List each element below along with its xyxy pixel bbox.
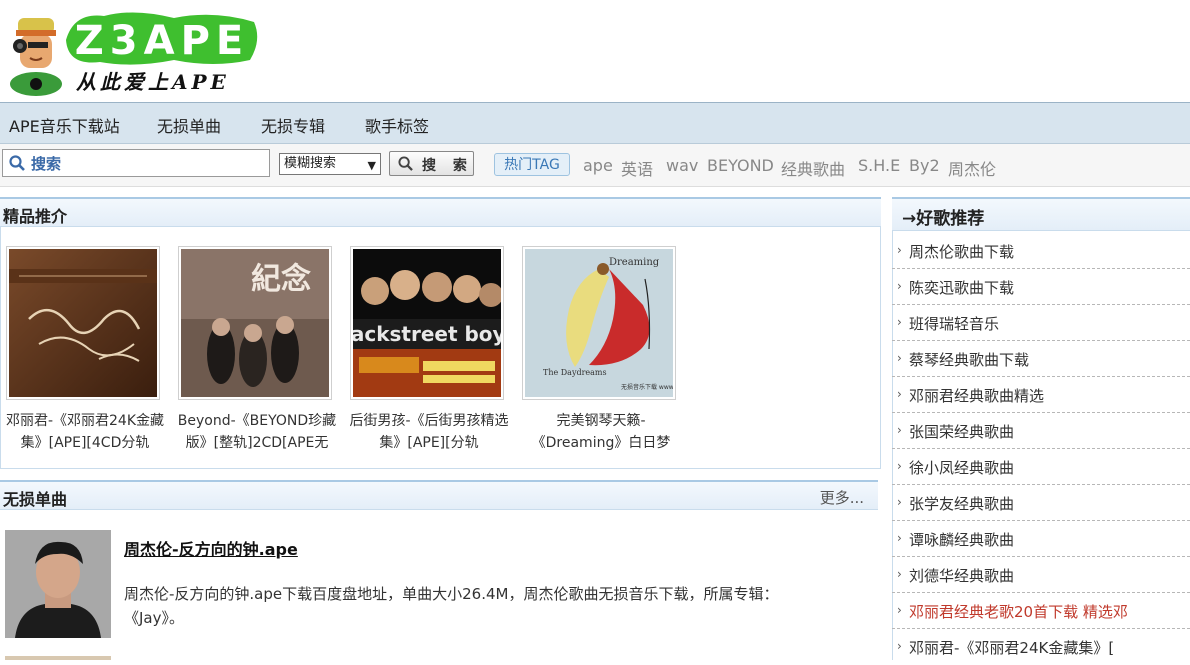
sidebar-link[interactable]: › 张学友经典歌曲 [892,485,1190,521]
sidebar-link[interactable]: › 周杰伦歌曲下载 [892,233,1190,269]
chevron-right-icon: › [897,387,902,401]
sidebar-link-label[interactable]: 谭咏麟经典歌曲 [909,529,1187,550]
site-logo[interactable]: Z3APE 从此爱上APE [8,4,258,96]
song-thumbnail[interactable] [5,530,111,638]
album-cover[interactable]: 紀念 [178,246,332,400]
tag-link[interactable]: 经典歌曲 [781,156,845,180]
mascot-logo-icon [10,18,62,96]
album-caption[interactable]: 完美钢琴天籁-《Dreaming》白日梦 [516,410,686,454]
sidebar-link-highlighted[interactable]: › 邓丽君经典老歌20首下载 精选邓 [892,593,1190,629]
sidebar-title: →好歌推荐 [902,209,985,229]
beyond-cover-text: 紀念 [251,262,311,297]
dreaming-cover-title: Dreaming [609,257,660,268]
sidebar-link[interactable]: › 谭咏麟经典歌曲 [892,521,1190,557]
sidebar-link-label[interactable]: 邓丽君经典老歌20首下载 精选邓 [909,601,1187,622]
sidebar-link-label[interactable]: 班得瑞轻音乐 [909,313,1187,334]
hot-tag-label: 热门TAG [494,153,570,176]
tag-link[interactable]: ape [583,156,613,175]
logo-text: Z3APE [75,18,249,64]
nav-item-albums[interactable]: 无损专辑 [261,113,325,137]
chevron-right-icon: › [897,279,902,293]
album-cover-image: Dreaming The Daydreams 无损音乐下载 www.23ape.… [525,249,673,397]
tag-link[interactable]: By2 [909,156,940,175]
album-cover[interactable]: backstreet boys [350,246,504,400]
chevron-right-icon: › [897,459,902,473]
featured-header: 精品推介 [0,197,881,227]
site-header: Z3APE 从此爱上APE [0,0,1190,102]
album-cover-image: backstreet boys [353,249,501,397]
song-title-link[interactable]: 周杰伦-反方向的钟.ape [124,536,298,560]
dreaming-cover-site: 无损音乐下载 www.23ape.net [621,383,673,391]
sidebar-link[interactable]: › 邓丽君经典歌曲精选 [892,377,1190,413]
song-description: 周杰伦-反方向的钟.ape下载百度盘地址，单曲大小26.4M，周杰伦歌曲无损音乐… [124,585,779,627]
sidebar-link[interactable]: › 徐小凤经典歌曲 [892,449,1190,485]
tag-link[interactable]: 周杰伦 [948,156,996,180]
sidebar-link-label[interactable]: 刘德华经典歌曲 [909,565,1187,586]
featured-title: 精品推介 [3,207,68,226]
logo-slogan: 从此爱上APE [76,70,230,94]
album-caption[interactable]: 邓丽君-《邓丽君24K金藏集》[APE][4CD分轨 [0,410,170,454]
chevron-right-icon: › [897,243,902,257]
nav-item-artist-tags[interactable]: 歌手标签 [365,113,429,137]
more-link[interactable]: 更多... [820,487,864,508]
sidebar-link-label[interactable]: 邓丽君-《邓丽君24K金藏集》[ [909,637,1187,658]
search-input[interactable] [29,152,269,176]
album-caption[interactable]: 后街男孩-《后街男孩精选集》[APE][分轨 [344,410,514,454]
search-bar: 模糊搜索 ▼ 搜 索 热门TAG ape 英语 wav BEYOND 经典歌曲 … [0,144,1190,187]
search-icon [398,156,413,171]
nav-item-singles[interactable]: 无损单曲 [157,113,221,137]
sidebar-link-label[interactable]: 张国荣经典歌曲 [909,421,1187,442]
singles-header: 无损单曲 更多... [0,480,878,510]
album-caption[interactable]: Beyond-《BEYOND珍藏版》[整轨]2CD[APE无 [172,410,342,454]
sidebar-link-label[interactable]: 陈奕迅歌曲下载 [909,277,1187,298]
search-box [2,149,270,177]
search-icon [9,155,25,171]
singles-title: 无损单曲 [3,490,68,509]
artist-photo-image [5,530,111,638]
sidebar-header: →好歌推荐 [892,197,1190,231]
chevron-right-icon: › [897,495,902,509]
album-cover-image [9,249,157,397]
sidebar-link-label[interactable]: 张学友经典歌曲 [909,493,1187,514]
search-mode-value: 模糊搜索 [284,156,337,171]
sidebar-link-label[interactable]: 蔡琴经典歌曲下载 [909,349,1187,370]
logo-wordmark-icon: Z3APE [66,12,258,65]
chevron-right-icon: › [897,351,902,365]
sidebar-link-label[interactable]: 周杰伦歌曲下载 [909,241,1187,262]
chevron-right-icon: › [897,567,902,581]
tag-link[interactable]: 英语 [621,156,653,180]
album-cover[interactable]: Dreaming The Daydreams 无损音乐下载 www.23ape.… [522,246,676,400]
album-cover-image: 紀念 [181,249,329,397]
tag-link[interactable]: S.H.E [858,156,900,175]
chevron-right-icon: › [897,531,902,545]
chevron-right-icon: › [897,639,902,653]
chevron-right-icon: › [897,315,902,329]
next-song-thumbnail[interactable] [5,656,111,660]
sidebar-link-label[interactable]: 徐小凤经典歌曲 [909,457,1187,478]
search-mode-select[interactable]: 模糊搜索 ▼ [279,153,381,175]
sidebar-link[interactable]: › 陈奕迅歌曲下载 [892,269,1190,305]
tag-link[interactable]: BEYOND [707,156,774,175]
dreaming-cover-artist: The Daydreams [543,368,607,377]
nav-item-home[interactable]: APE音乐下载站 [9,113,120,137]
chevron-down-icon: ▼ [367,159,376,172]
search-button-label: 搜 索 [422,158,473,174]
sidebar-link[interactable]: › 蔡琴经典歌曲下载 [892,341,1190,377]
search-button[interactable]: 搜 索 [389,151,474,176]
main-nav: APE音乐下载站 无损单曲 无损专辑 歌手标签 [0,102,1190,144]
sidebar-link[interactable]: › 张国荣经典歌曲 [892,413,1190,449]
chevron-right-icon: › [897,423,902,437]
backstreet-cover-text: backstreet boys [353,322,501,346]
sidebar-link[interactable]: › 刘德华经典歌曲 [892,557,1190,593]
sidebar-link[interactable]: › 班得瑞轻音乐 [892,305,1190,341]
sidebar-link-label[interactable]: 邓丽君经典歌曲精选 [909,385,1187,406]
tag-link[interactable]: wav [666,156,698,175]
chevron-right-icon: › [897,603,902,617]
album-cover[interactable] [6,246,160,400]
